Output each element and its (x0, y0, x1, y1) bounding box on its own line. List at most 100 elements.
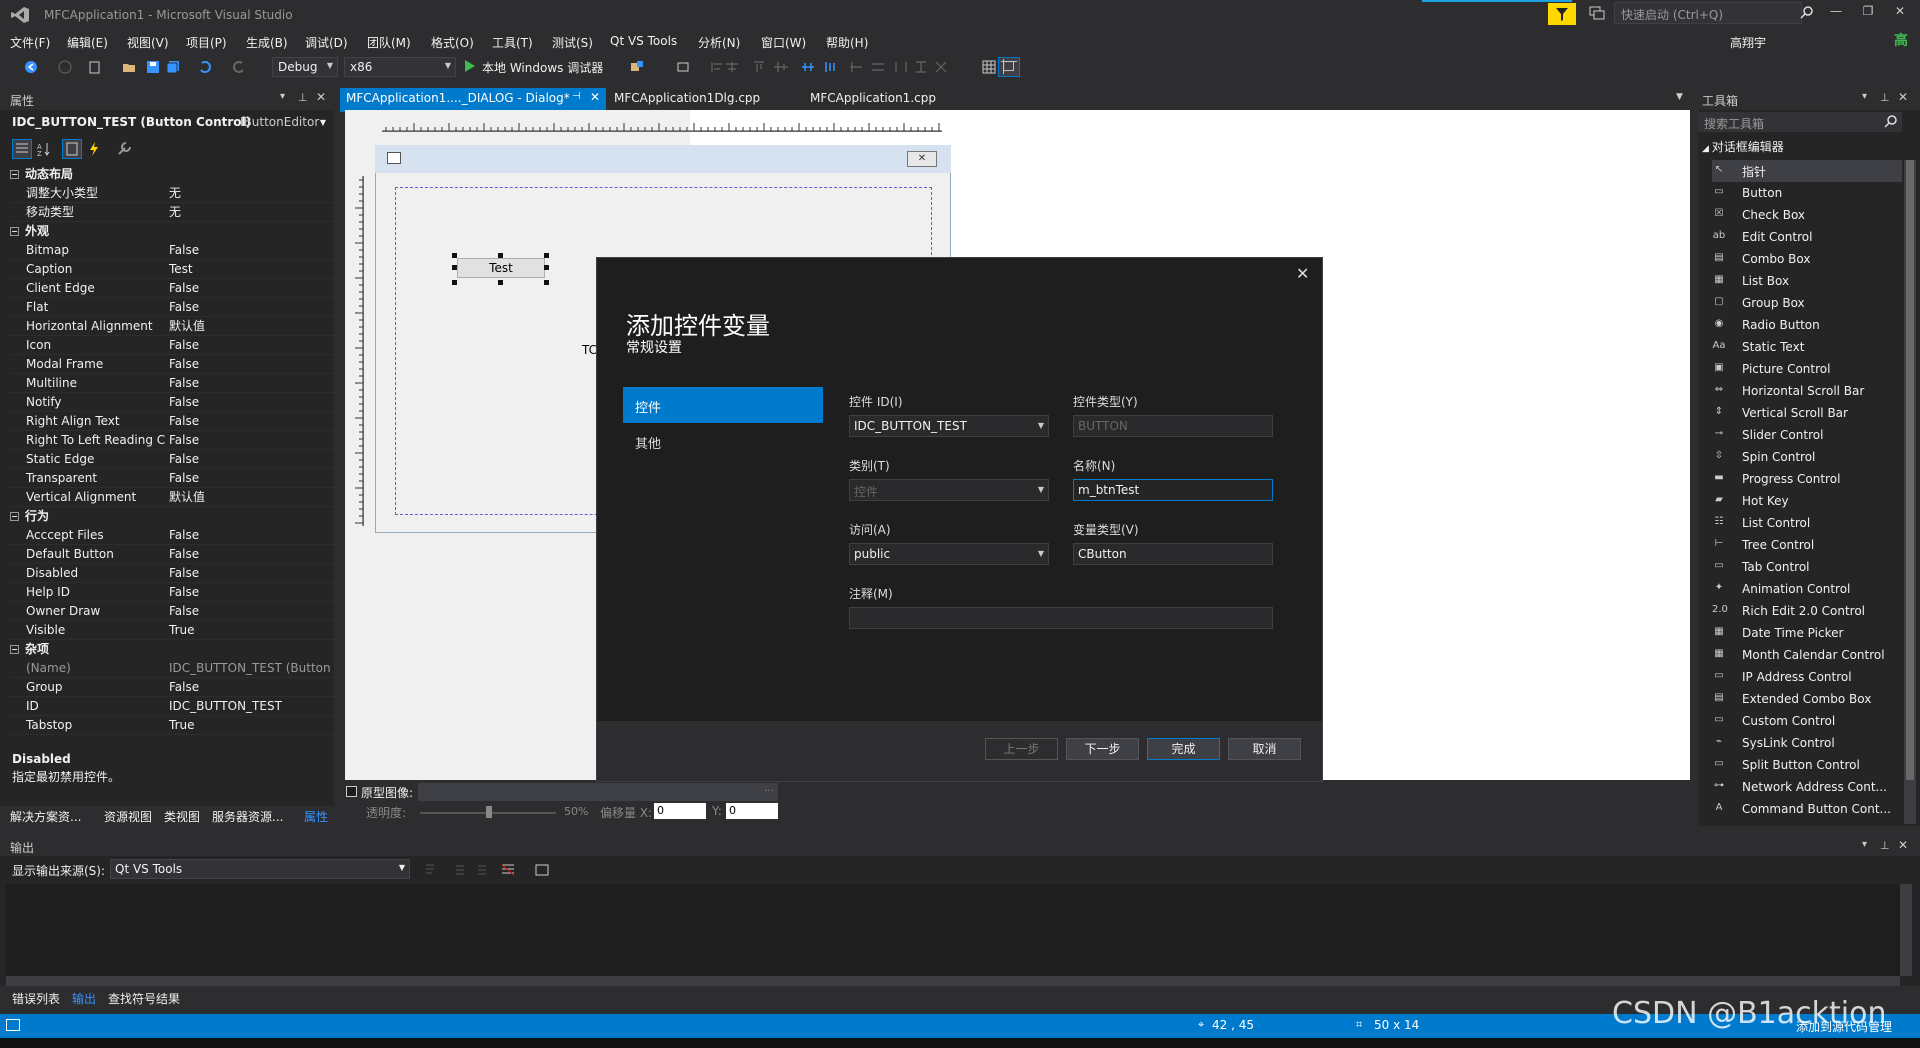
config-select[interactable]: Debug ▼ (272, 57, 338, 77)
property-value[interactable]: False (165, 279, 334, 297)
property-value[interactable]: False (165, 412, 334, 430)
menu-project[interactable]: 项目(P) (186, 34, 227, 51)
toolbox-item[interactable]: ▦ List Box (1712, 270, 1902, 292)
toolbox-item[interactable]: 2.0 Rich Edit 2.0 Control (1712, 600, 1902, 622)
toolbox-item[interactable]: ☷ List Control (1712, 512, 1902, 534)
prototype-checkbox[interactable] (346, 786, 357, 797)
resize-handle[interactable] (498, 280, 503, 285)
start-debug-icon[interactable] (464, 59, 476, 73)
toolbox-item[interactable]: ⊢ Tree Control (1712, 534, 1902, 556)
menu-file[interactable]: 文件(F) (10, 34, 50, 51)
var-type-input[interactable]: CButton (1073, 543, 1273, 565)
resize-handle[interactable] (452, 265, 457, 270)
dropdown-icon[interactable]: ▾ (1862, 839, 1867, 850)
toolbox-item[interactable]: ab Edit Control (1712, 226, 1902, 248)
toolbox-item[interactable]: ▦ Date Time Picker (1712, 622, 1902, 644)
toolbox-item[interactable]: Aa Static Text (1712, 336, 1902, 358)
property-row[interactable]: Bitmap False (10, 241, 334, 260)
collapse-icon[interactable]: − (10, 227, 19, 236)
property-value[interactable]: False (165, 355, 334, 373)
property-row[interactable]: 调整大小类型 无 (10, 184, 334, 203)
toolbox-item[interactable]: ⊶ Network Address Cont... (1712, 776, 1902, 798)
property-value[interactable]: 无 (165, 184, 334, 202)
property-category[interactable]: − 杂项 (10, 640, 334, 659)
property-value[interactable]: False (165, 374, 334, 392)
wrench-icon[interactable] (116, 141, 132, 157)
output-text-area[interactable] (6, 884, 1906, 976)
property-row[interactable]: Static Edge False (10, 450, 334, 469)
toolbox-item[interactable]: ▭ Button (1712, 182, 1902, 204)
pin-icon[interactable]: ⊥ (298, 91, 308, 104)
property-row[interactable]: Visible True (10, 621, 334, 640)
property-row[interactable]: Horizontal Alignment 默认值 (10, 317, 334, 336)
test-dialog-icon[interactable] (676, 60, 690, 74)
save-icon[interactable] (146, 60, 160, 74)
property-value[interactable]: Test (165, 260, 334, 278)
alphabetical-icon[interactable]: AZ (36, 141, 52, 157)
menu-build[interactable]: 生成(B) (246, 34, 288, 51)
resize-handle[interactable] (498, 253, 503, 258)
restore-button[interactable]: ❐ (1855, 4, 1881, 24)
property-pages-icon[interactable] (62, 139, 82, 159)
menu-analyze[interactable]: 分析(N) (698, 34, 740, 51)
close-window-button[interactable]: ✕ (1887, 4, 1913, 24)
property-value[interactable]: False (165, 526, 334, 544)
user-name[interactable]: 高翔宇 (1730, 34, 1766, 51)
dropdown-icon[interactable]: ▾ (280, 91, 285, 102)
toolbox-item[interactable]: A Command Button Cont... (1712, 798, 1902, 820)
property-category[interactable]: − 外观 (10, 222, 334, 241)
property-value[interactable]: False (165, 450, 334, 468)
collapse-icon[interactable]: − (10, 170, 19, 179)
toolbox-item[interactable]: ↖ 指针 (1712, 160, 1902, 182)
access-select[interactable]: public ▼ (849, 543, 1049, 565)
property-row[interactable]: Group False (10, 678, 334, 697)
property-row[interactable]: Icon False (10, 336, 334, 355)
property-row[interactable]: Acccept Files False (10, 526, 334, 545)
property-value[interactable]: False (165, 583, 334, 601)
property-row[interactable]: Disabled False (10, 564, 334, 583)
tab-dlg-cpp[interactable]: MFCApplication1Dlg.cpp (608, 88, 798, 110)
finish-button[interactable]: 完成 (1147, 738, 1220, 760)
tab-app-cpp[interactable]: MFCApplication1.cpp (804, 88, 964, 110)
offset-x-input[interactable]: 0 (654, 803, 706, 819)
property-value[interactable]: IDC_BUTTON_TEST (165, 697, 334, 715)
property-row[interactable]: Vertical Alignment 默认值 (10, 488, 334, 507)
dropdown-icon[interactable]: ▾ (1862, 91, 1867, 102)
pin-icon[interactable]: ⊥ (1880, 839, 1890, 852)
property-value[interactable]: False (165, 298, 334, 316)
close-icon[interactable]: ✕ (1296, 264, 1309, 283)
resize-handle[interactable] (544, 253, 549, 258)
property-category[interactable]: − 行为 (10, 507, 334, 526)
output-source-select[interactable]: Qt VS Tools ▼ (110, 859, 410, 879)
property-value[interactable]: False (165, 393, 334, 411)
browse-button[interactable]: ... (760, 783, 778, 801)
vertical-ruler[interactable] (346, 176, 364, 526)
property-row[interactable]: Caption Test (10, 260, 334, 279)
close-icon[interactable]: ✕ (1898, 90, 1908, 104)
feedback-filter-icon[interactable] (1548, 3, 1576, 25)
output-scrollbar[interactable] (1900, 884, 1912, 976)
property-row[interactable]: Tabstop True (10, 716, 334, 735)
notification-icon[interactable] (1588, 4, 1606, 22)
toolbox-item[interactable]: ▭ IP Address Control (1712, 666, 1902, 688)
comment-input[interactable] (849, 607, 1273, 629)
tab-server-explorer[interactable]: 服务器资源... (212, 808, 283, 825)
control-id-select[interactable]: IDC_BUTTON_TEST ▼ (849, 415, 1049, 437)
property-row[interactable]: Default Button False (10, 545, 334, 564)
property-value[interactable]: False (165, 602, 334, 620)
menu-help[interactable]: 帮助(H) (826, 34, 868, 51)
tab-find-symbol[interactable]: 查找符号结果 (108, 990, 180, 1007)
property-object-select[interactable]: IDC_BUTTON_TEST (Button Control) IButton… (12, 115, 332, 133)
property-row[interactable]: Notify False (10, 393, 334, 412)
output-hscrollbar[interactable] (6, 976, 1900, 986)
menu-debug[interactable]: 调试(D) (305, 34, 348, 51)
avatar[interactable]: 高 (1890, 30, 1912, 52)
opacity-slider-thumb[interactable] (486, 806, 492, 818)
menu-team[interactable]: 团队(M) (367, 34, 411, 51)
property-value[interactable]: True (165, 716, 334, 734)
static-text-partial[interactable]: TC (582, 343, 597, 357)
property-value[interactable]: 默认值 (165, 488, 334, 506)
variable-name-input[interactable]: m_btnTest (1073, 479, 1273, 501)
pin-icon[interactable]: ⊥ (1880, 91, 1890, 104)
minimize-button[interactable]: — (1823, 4, 1849, 24)
